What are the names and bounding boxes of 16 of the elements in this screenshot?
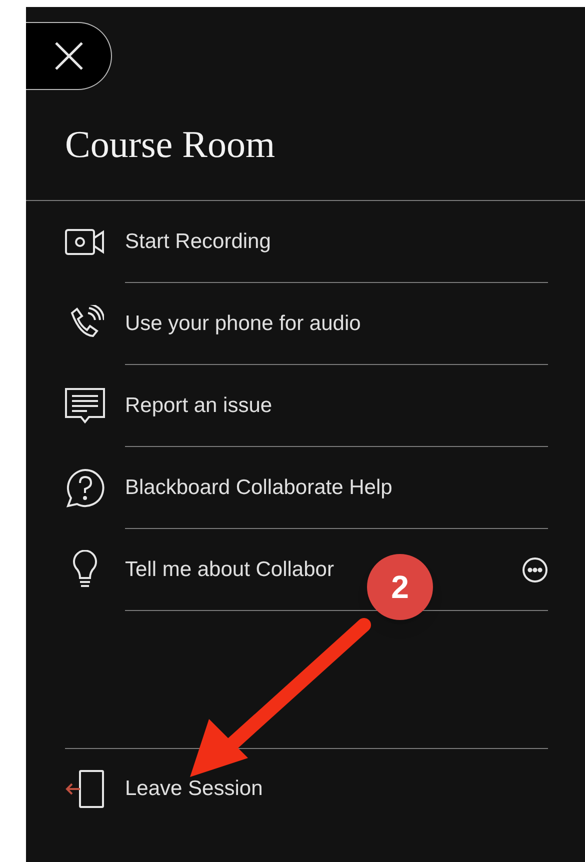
leave-session-button[interactable]: Leave Session	[125, 772, 263, 804]
menu-item[interactable]: Use your phone for audio	[125, 308, 361, 340]
help-icon	[65, 468, 105, 508]
exit-door-icon	[65, 768, 105, 808]
close-icon	[54, 41, 84, 71]
video-camera-icon	[65, 229, 105, 255]
menu-item[interactable]: Start Recording	[125, 226, 271, 258]
menu-item[interactable]: Report an issue	[125, 390, 272, 422]
more-icon[interactable]	[522, 556, 548, 582]
step-badge: 2	[367, 554, 433, 620]
message-icon	[65, 388, 105, 424]
close-button[interactable]	[26, 22, 112, 90]
panel-title: Course Room	[65, 122, 276, 168]
lightbulb-icon	[72, 550, 98, 590]
menu-item[interactable]: Tell me about Collabor	[125, 554, 334, 586]
menu-item[interactable]: Blackboard Collaborate Help	[125, 472, 392, 504]
